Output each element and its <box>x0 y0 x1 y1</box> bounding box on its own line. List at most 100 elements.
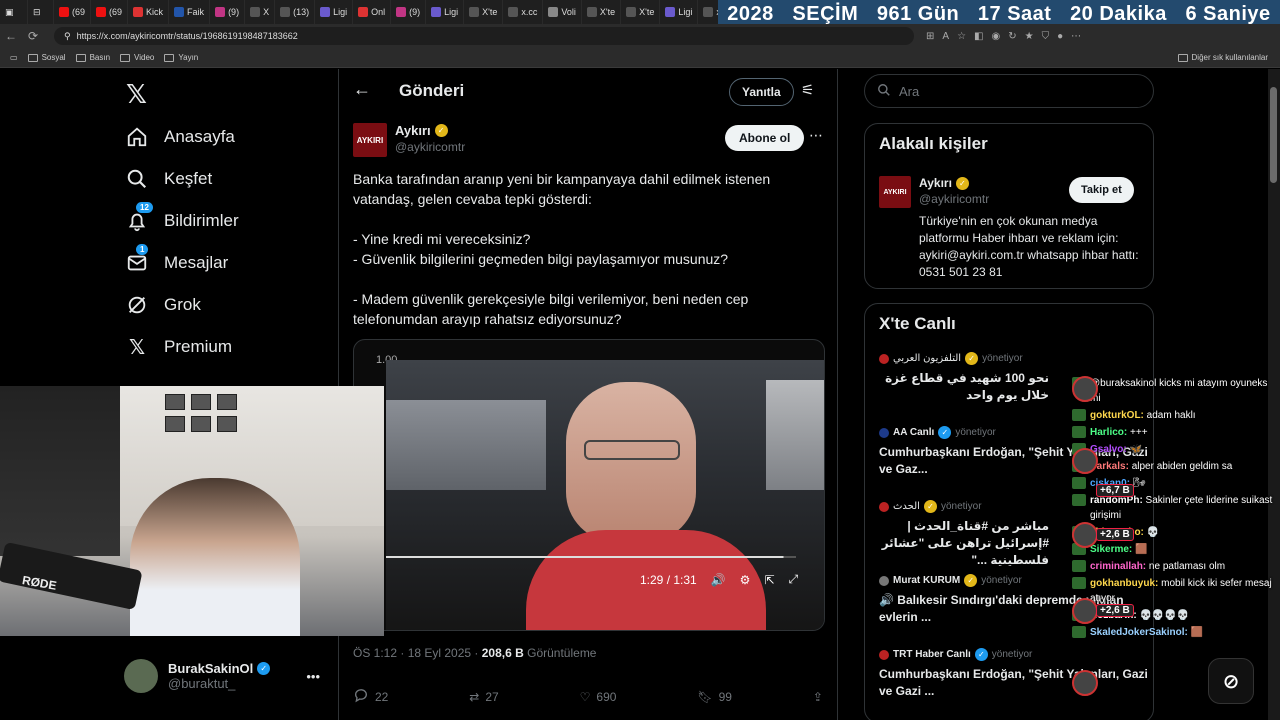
chat-badge-icon <box>1072 626 1086 638</box>
bookmark-folder-basin[interactable]: Basın <box>75 53 110 62</box>
account-switcher[interactable]: BurakSakinOl ✓ @buraktut_ ••• <box>124 659 334 693</box>
fullscreen-icon[interactable]: ⤢ <box>789 572 799 587</box>
extension-icon[interactable]: ◧ <box>974 31 983 42</box>
follow-button[interactable]: Takip et <box>1069 177 1134 203</box>
browser-tab[interactable]: (69 <box>91 0 129 24</box>
reply-button[interactable]: Yanıtla <box>729 78 794 106</box>
author-name[interactable]: Aykırı ✓ <box>395 123 465 138</box>
browser-tab[interactable]: x.cc <box>503 0 544 24</box>
related-name-text: Aykırı <box>919 176 952 190</box>
x-logo-icon[interactable]: 𝕏 <box>126 79 147 110</box>
post-author: AYKIRI Aykırı ✓ @aykiricomtr <box>353 123 465 157</box>
favorites-icon[interactable]: ★ <box>1025 31 1034 42</box>
browser-tab[interactable]: X'te <box>621 0 661 24</box>
settings-gear-icon[interactable]: ⚙ <box>740 573 751 587</box>
verified-gold-icon: ✓ <box>964 574 978 587</box>
author-handle[interactable]: @aykiricomtr <box>395 140 465 154</box>
related-avatar[interactable]: AYKIRI <box>879 176 911 208</box>
workspaces-icon[interactable]: ▣ <box>0 0 28 24</box>
post-timestamp[interactable]: ÖS 1:12 · 18 Eyl 2025 · <box>353 646 482 660</box>
back-nav-icon[interactable]: ← <box>0 29 22 43</box>
countdown-days: 961 Gün <box>876 3 960 25</box>
split-icon[interactable]: ⊞ <box>926 31 934 42</box>
post-paragraph: Banka tarafından aranıp yeni bir kampany… <box>353 171 771 207</box>
post-more-icon[interactable]: ⋯ <box>809 127 823 144</box>
browser-tab[interactable]: Kick <box>128 0 170 24</box>
browser-tab[interactable]: Faik <box>169 0 211 24</box>
browser-tab[interactable]: Voli <box>543 0 582 24</box>
video-progress-bar[interactable] <box>386 556 796 558</box>
bookmark-reading-icon[interactable]: ▭ <box>10 53 18 62</box>
browser-tab[interactable]: Ligi <box>660 0 699 24</box>
overlay-logo-icon: ⊘ <box>1208 658 1254 704</box>
browser-tab[interactable]: (69 <box>54 0 92 24</box>
menu-dots-icon[interactable]: ⋯ <box>1071 31 1081 42</box>
related-name[interactable]: Aykırı ✓ <box>919 176 969 190</box>
adjust-icon[interactable]: ⚟ <box>801 81 814 99</box>
glasses <box>584 440 680 460</box>
browser-tab[interactable]: X <box>245 0 276 24</box>
sidebar-item-notifications[interactable]: 12 Bildirimler <box>126 202 239 232</box>
share-action[interactable]: ⇪ <box>813 687 823 706</box>
post-paragraph: - Yine kredi mi vereceksiniz? <box>353 231 531 247</box>
verified-gold-icon: ✓ <box>955 176 969 190</box>
author-avatar[interactable]: AYKIRI <box>353 123 387 157</box>
back-arrow-icon[interactable]: ← <box>353 79 371 100</box>
tab-favicon-icon <box>396 7 407 17</box>
favorite-star-icon[interactable]: ☆ <box>957 31 966 42</box>
shield-icon[interactable]: ⛉ <box>1042 31 1050 42</box>
tab-label: Faik <box>187 7 205 17</box>
folder-icon <box>1177 53 1188 62</box>
post-meta: ÖS 1:12 · 18 Eyl 2025 · 208,6 B Görüntül… <box>353 646 596 660</box>
card-title: X'te Canlı <box>879 314 956 333</box>
tab-actions-icon[interactable]: ⊟ <box>28 0 54 24</box>
site-info-icon[interactable]: ⚲ <box>64 31 71 42</box>
source-avatar <box>879 649 889 660</box>
browser-tab[interactable]: Ligi <box>315 0 354 24</box>
tab-label: (69 <box>109 7 123 17</box>
man-head <box>566 382 696 542</box>
reload-icon[interactable]: ⟳ <box>22 29 44 43</box>
bookmark-folder-yayin[interactable]: Yayın <box>164 53 198 62</box>
video-time: 1:29 / 1:31 <box>640 572 697 587</box>
search-input[interactable]: Ara <box>864 74 1154 108</box>
browser-tab[interactable]: Ligi <box>426 0 465 24</box>
live-status: yönetiyor <box>955 427 996 438</box>
profile-avatar-icon[interactable]: ● <box>1057 31 1063 42</box>
other-bookmarks[interactable]: Diğer sık kullanılanlar <box>1177 53 1268 62</box>
subscribe-button[interactable]: Abone ol <box>725 125 805 151</box>
sidebar-item-messages[interactable]: 1 Mesajlar <box>126 244 228 274</box>
search-icon <box>126 168 148 190</box>
browser-tab[interactable]: Onl <box>353 0 392 24</box>
like-action[interactable]: ♡ 690 <box>580 687 617 706</box>
read-icon[interactable]: A <box>942 31 949 42</box>
more-dots-icon[interactable]: ••• <box>306 669 320 684</box>
bookmark-folder-video[interactable]: Video <box>120 53 154 62</box>
live-status: yönetiyor <box>991 649 1033 660</box>
bookmark-action[interactable]: 🔖︎ 99 <box>697 687 732 706</box>
browser-tab[interactable]: X'te <box>464 0 504 24</box>
video-frame <box>386 360 824 630</box>
volume-icon[interactable]: 🔊 <box>711 573 726 587</box>
video-player[interactable]: 1.00 1:29 / 1:31 🔊 ⚙ ⇱ ⤢ <box>353 339 825 631</box>
scrollbar-thumb[interactable] <box>1270 87 1277 183</box>
browser-tab[interactable]: (9) <box>210 0 246 24</box>
url-field[interactable]: ⚲ https://x.com/aykiricomtr/status/19686… <box>54 27 914 45</box>
tab-label: (9) <box>409 7 421 17</box>
bookmark-folder-sosyal[interactable]: Sosyal <box>27 53 66 62</box>
sidebar-item-premium[interactable]: 𝕏 Premium <box>126 336 232 359</box>
browser-tab[interactable]: (13) <box>275 0 316 24</box>
refresh-ext-icon[interactable]: ↻ <box>1008 31 1016 42</box>
repost-action[interactable]: ⇄ 27 <box>469 687 498 706</box>
sidebar-item-home[interactable]: Anasayfa <box>126 126 235 148</box>
related-handle[interactable]: @aykiricomtr <box>919 192 989 206</box>
sidebar-item-explore[interactable]: Keşfet <box>126 168 212 190</box>
share-icon: ⇪ <box>812 689 823 704</box>
chat-text: 🟫 <box>1132 544 1148 555</box>
popout-icon[interactable]: ⇱ <box>764 573 774 587</box>
reply-action[interactable]: 22 <box>353 687 388 706</box>
extension-icon[interactable]: ◉ <box>991 31 1000 42</box>
sidebar-item-grok[interactable]: Grok <box>126 294 201 316</box>
browser-tab[interactable]: (9) <box>391 0 427 24</box>
browser-tab[interactable]: X'te <box>582 0 622 24</box>
